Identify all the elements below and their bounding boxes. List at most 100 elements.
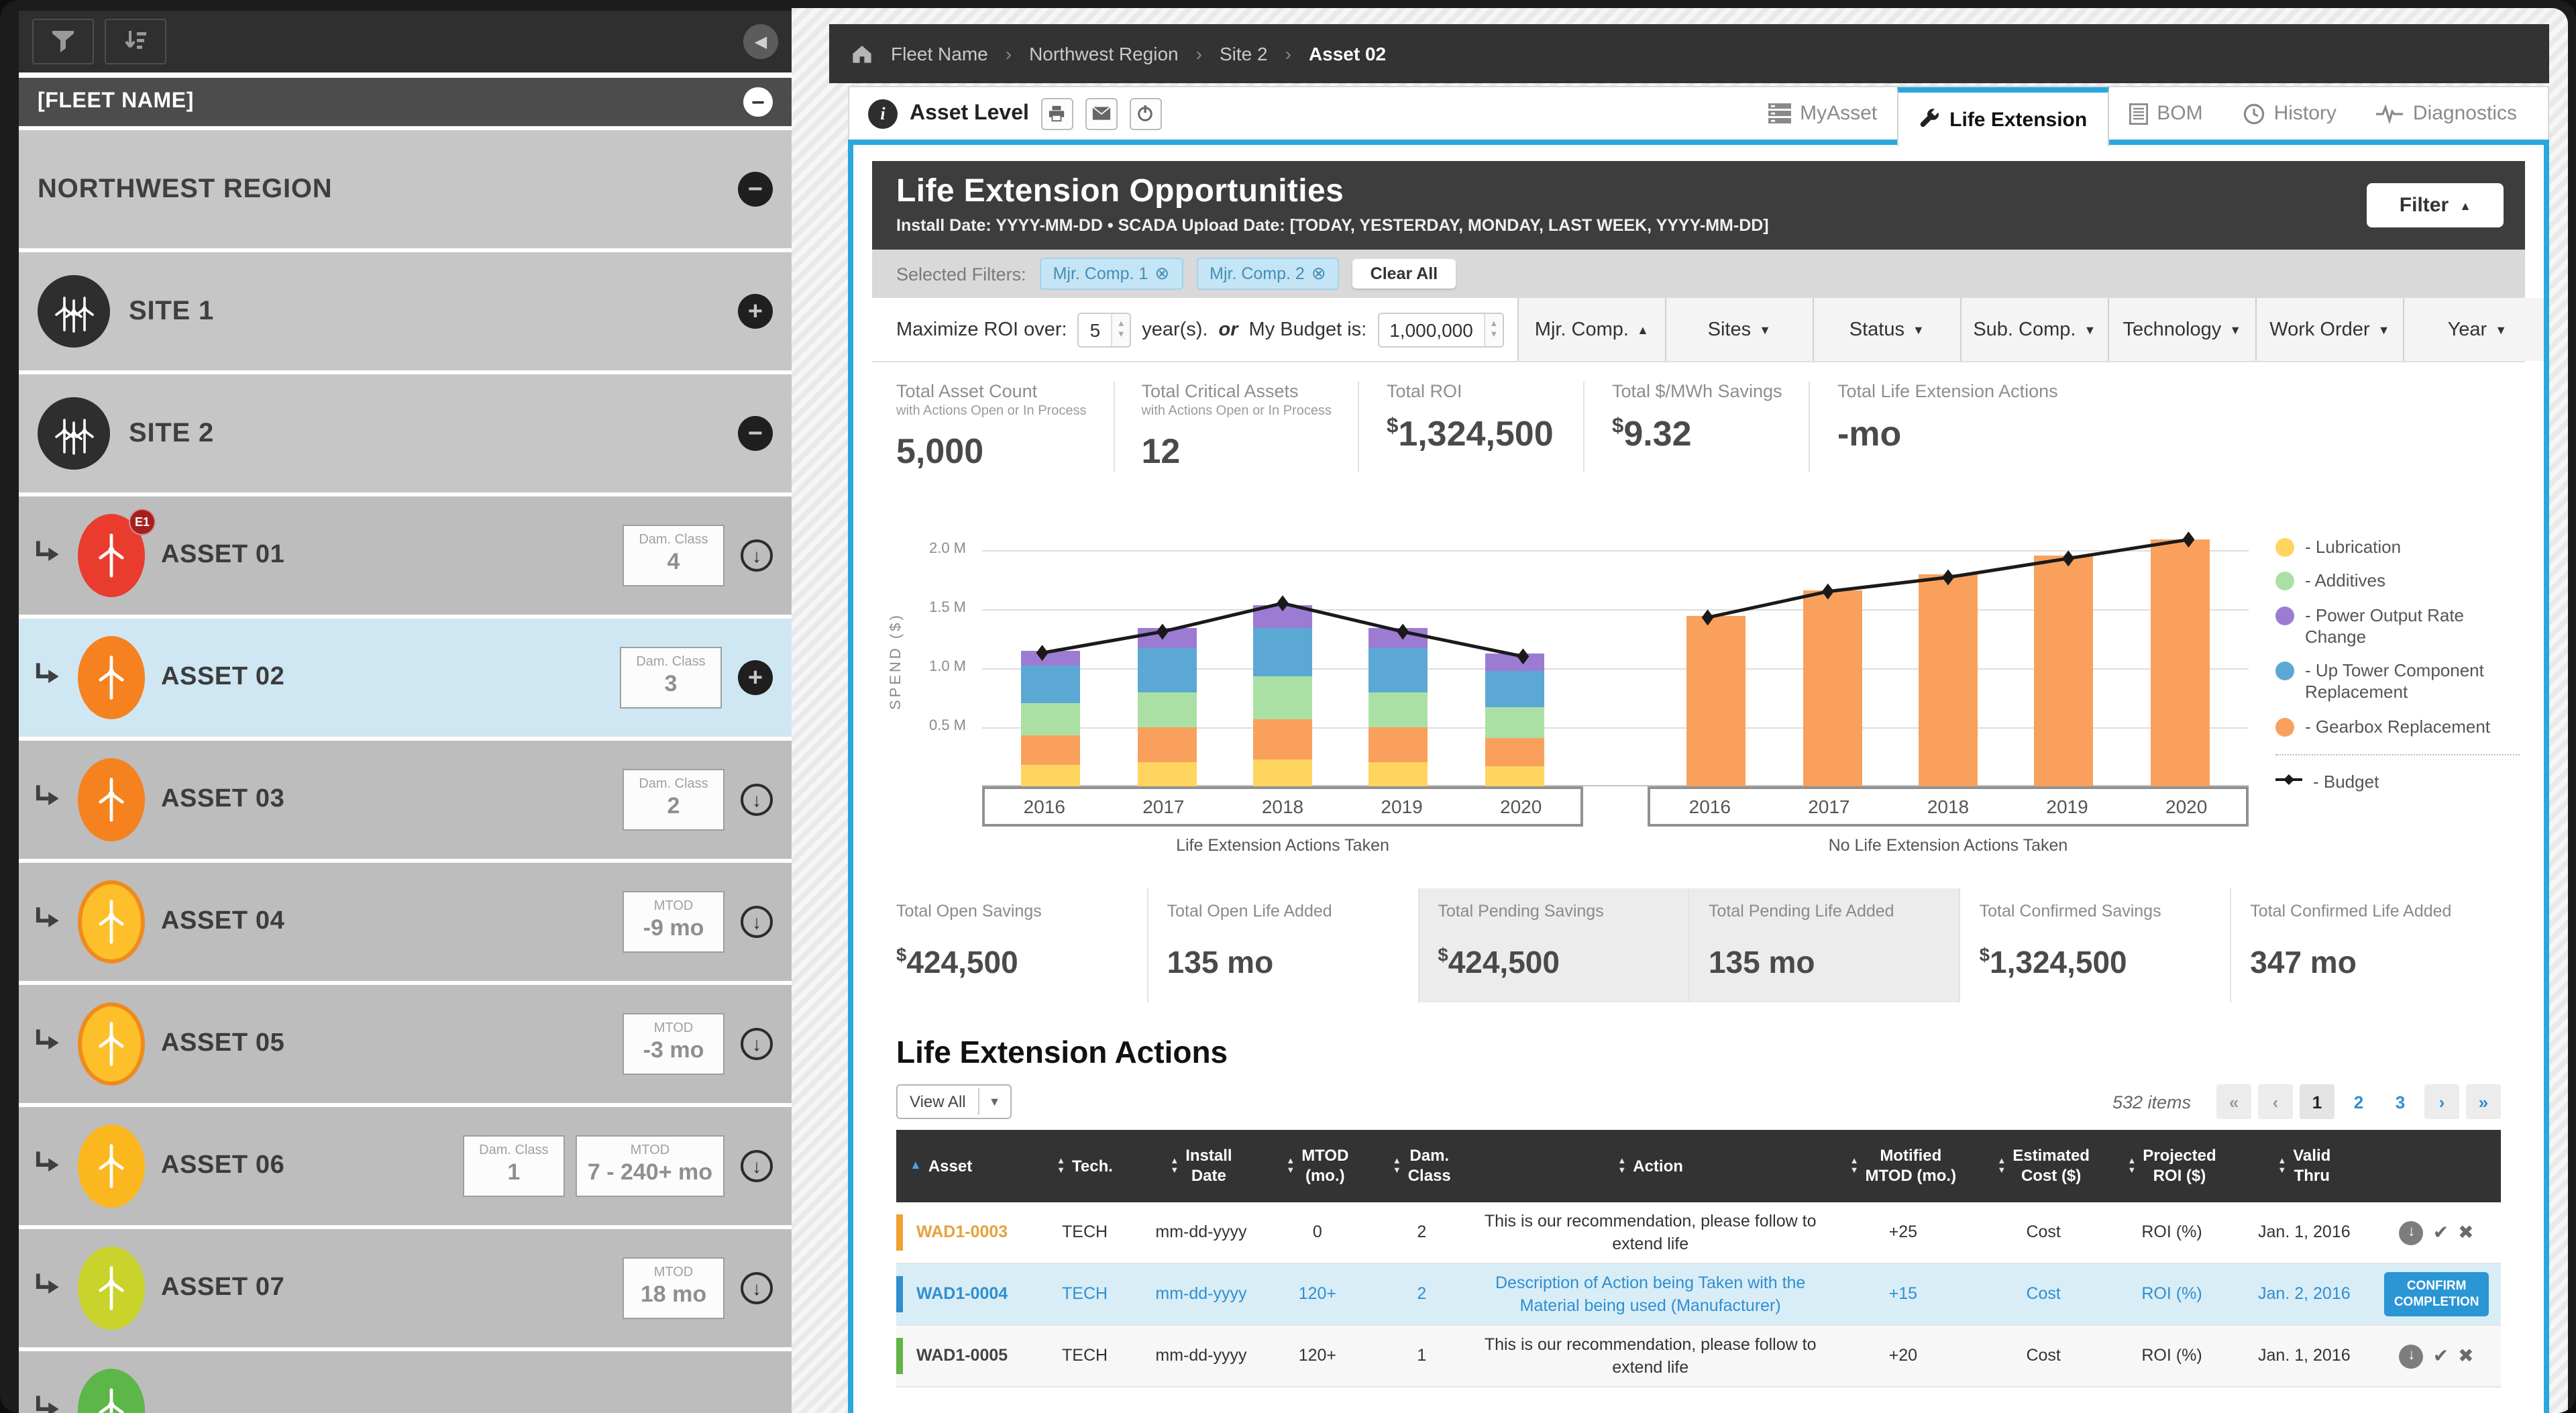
- tab-diagnostics[interactable]: Diagnostics: [2357, 87, 2537, 140]
- column-header[interactable]: ▲▼Install Date: [1137, 1138, 1265, 1194]
- roi-years-stepper[interactable]: 5 ▲▼: [1078, 312, 1132, 347]
- collapse-minus-icon[interactable]: −: [738, 172, 773, 207]
- column-header[interactable]: ▲▼Estimated Cost ($): [1980, 1138, 2108, 1194]
- column-header[interactable]: ▲▼Projected ROI ($): [2108, 1138, 2236, 1194]
- sidebar-collapse-button[interactable]: ◀: [743, 24, 778, 59]
- legend-label: - Additives: [2305, 571, 2385, 593]
- filter-toggle-button[interactable]: Filter ▲: [2367, 183, 2504, 227]
- sidebar-item-asset[interactable]: E1ASSET 01Dam. Class4↓: [19, 496, 792, 615]
- confirm-check-icon[interactable]: ✔: [2433, 1220, 2449, 1245]
- expand-plus-icon[interactable]: +: [738, 660, 773, 695]
- budget-stepper[interactable]: 1,000,000 ▲▼: [1377, 312, 1504, 347]
- column-header[interactable]: [2373, 1158, 2501, 1174]
- sidebar-item-asset[interactable]: ASSET 06Dam. Class1MTOD7 - 240+ mo↓: [19, 1107, 792, 1225]
- cell-action-description[interactable]: Description of Action being Taken with t…: [1474, 1266, 1827, 1323]
- dropdown-sub-comp-[interactable]: Sub. Comp.▼: [1960, 298, 2108, 361]
- download-icon[interactable]: ↓: [741, 784, 773, 816]
- sidebar-item-asset[interactable]: [19, 1351, 792, 1413]
- download-icon[interactable]: ↓: [741, 906, 773, 938]
- sidebar-item-region[interactable]: NORTHWEST REGION −: [19, 130, 792, 248]
- bar-segment: [1021, 765, 1080, 786]
- dropdown-mjr-comp-[interactable]: Mjr. Comp.▲: [1517, 298, 1665, 361]
- dropdown-status[interactable]: Status▼: [1813, 298, 1960, 361]
- savings-label: Total Confirmed Savings: [1980, 902, 2212, 921]
- view-all-dropdown[interactable]: View All ▼: [896, 1084, 1011, 1119]
- asset-metric-boxes: Dam. Class3: [620, 647, 722, 709]
- pager-button-2[interactable]: 2: [2341, 1084, 2376, 1119]
- column-header[interactable]: ▲▼Action: [1474, 1148, 1827, 1184]
- table-row[interactable]: WAD1-0004TECHmm-dd-yyyy120+2Description …: [896, 1264, 2501, 1326]
- sort-button[interactable]: [105, 19, 166, 64]
- sidebar-item-asset[interactable]: ASSET 03Dam. Class2↓: [19, 741, 792, 859]
- download-icon[interactable]: ↓: [2400, 1344, 2424, 1368]
- breadcrumb-item[interactable]: Fleet Name: [891, 43, 988, 64]
- info-icon[interactable]: i: [868, 99, 898, 128]
- download-icon[interactable]: ↓: [2400, 1220, 2424, 1245]
- column-header[interactable]: ▲Asset: [896, 1148, 1032, 1184]
- sidebar-item-site[interactable]: SITE 2−: [19, 374, 792, 492]
- collapse-minus-icon[interactable]: −: [743, 87, 773, 117]
- column-header[interactable]: ▲▼Dam. Class: [1370, 1138, 1474, 1194]
- column-header[interactable]: ▲▼Motified MTOD (mo.): [1827, 1138, 1979, 1194]
- dropdown-sites[interactable]: Sites▼: [1665, 298, 1813, 361]
- pager-button-›[interactable]: ›: [2424, 1084, 2459, 1119]
- caret-down-icon: ▼: [978, 1088, 1010, 1115]
- sidebar-item-fleet[interactable]: [FLEET NAME] −: [19, 78, 792, 126]
- cell-asset-id[interactable]: WAD1-0004: [896, 1277, 1032, 1312]
- sidebar-item-asset[interactable]: ASSET 05MTOD-3 mo↓: [19, 985, 792, 1103]
- chip-remove-icon[interactable]: ⊗: [1155, 263, 1169, 284]
- stepper-arrows-icon[interactable]: ▲▼: [1111, 313, 1130, 346]
- home-icon[interactable]: [851, 43, 873, 64]
- power-button[interactable]: [1130, 97, 1162, 129]
- filter-chip[interactable]: Mjr. Comp. 1⊗: [1040, 258, 1183, 290]
- row-action-icons: ↓ ✔ ✖: [2378, 1220, 2496, 1245]
- filter-button[interactable]: [32, 19, 94, 64]
- tab-history[interactable]: History: [2223, 87, 2357, 140]
- download-icon[interactable]: ↓: [741, 539, 773, 572]
- column-header[interactable]: ▲▼MTOD (mo.): [1265, 1138, 1369, 1194]
- pager-button-»[interactable]: »: [2466, 1084, 2501, 1119]
- tab-myasset[interactable]: MyAsset: [1748, 87, 1897, 140]
- site-label: SITE 1: [129, 296, 214, 327]
- breadcrumb-item[interactable]: Site 2: [1220, 43, 1268, 64]
- table-row[interactable]: WAD1-0005TECHmm-dd-yyyy120+1This is our …: [896, 1326, 2501, 1388]
- pager-button-3[interactable]: 3: [2383, 1084, 2418, 1119]
- sidebar-item-asset[interactable]: ASSET 04MTOD-9 mo↓: [19, 863, 792, 981]
- breadcrumb-item[interactable]: Northwest Region: [1029, 43, 1179, 64]
- pager-button-‹[interactable]: ‹: [2258, 1084, 2293, 1119]
- bar-segment: [1137, 727, 1196, 763]
- download-icon[interactable]: ↓: [741, 1028, 773, 1060]
- sidebar-item-site[interactable]: SITE 1 +: [19, 252, 792, 370]
- tab-life-extension[interactable]: Life Extension: [1897, 87, 2108, 146]
- cell-asset-id[interactable]: WAD1-0005: [896, 1339, 1032, 1374]
- dropdown-year[interactable]: Year▼: [2403, 298, 2549, 361]
- column-header[interactable]: ▲▼Valid Thru: [2236, 1138, 2372, 1194]
- pager-button-«[interactable]: «: [2216, 1084, 2251, 1119]
- clear-all-button[interactable]: Clear All: [1353, 259, 1456, 289]
- dismiss-x-icon[interactable]: ✖: [2458, 1220, 2473, 1245]
- sidebar-item-asset[interactable]: ASSET 07MTOD18 mo↓: [19, 1229, 792, 1347]
- stepper-arrows-icon[interactable]: ▲▼: [1484, 313, 1503, 346]
- wind-farm-icon: [38, 397, 110, 470]
- tab-bom[interactable]: BOM: [2108, 87, 2222, 140]
- collapse-minus-icon[interactable]: −: [738, 416, 773, 451]
- table-row[interactable]: WAD1-0003TECHmm-dd-yyyy02This is our rec…: [896, 1202, 2501, 1264]
- dropdown-work-order[interactable]: Work Order▼: [2255, 298, 2403, 361]
- download-icon[interactable]: ↓: [741, 1150, 773, 1182]
- expand-plus-icon[interactable]: +: [738, 294, 773, 329]
- dismiss-x-icon[interactable]: ✖: [2458, 1344, 2473, 1368]
- filter-chip[interactable]: Mjr. Comp. 2⊗: [1196, 258, 1340, 290]
- pager-button-1[interactable]: 1: [2300, 1084, 2334, 1119]
- column-header[interactable]: ▲▼Tech.: [1032, 1148, 1136, 1184]
- chip-remove-icon[interactable]: ⊗: [1311, 263, 1326, 284]
- metric-value: 4: [635, 549, 712, 576]
- confirm-check-icon[interactable]: ✔: [2433, 1344, 2449, 1368]
- cell-asset-id[interactable]: WAD1-0003: [896, 1215, 1032, 1251]
- confirm-completion-button[interactable]: CONFIRMCOMPLETION: [2385, 1272, 2489, 1316]
- dropdown-technology[interactable]: Technology▼: [2108, 298, 2255, 361]
- download-icon[interactable]: ↓: [741, 1272, 773, 1304]
- email-button[interactable]: [1085, 97, 1118, 129]
- print-button[interactable]: [1041, 97, 1073, 129]
- sidebar-item-asset[interactable]: ASSET 02Dam. Class3+: [19, 619, 792, 737]
- savings-label: Total Confirmed Life Added: [2250, 902, 2482, 921]
